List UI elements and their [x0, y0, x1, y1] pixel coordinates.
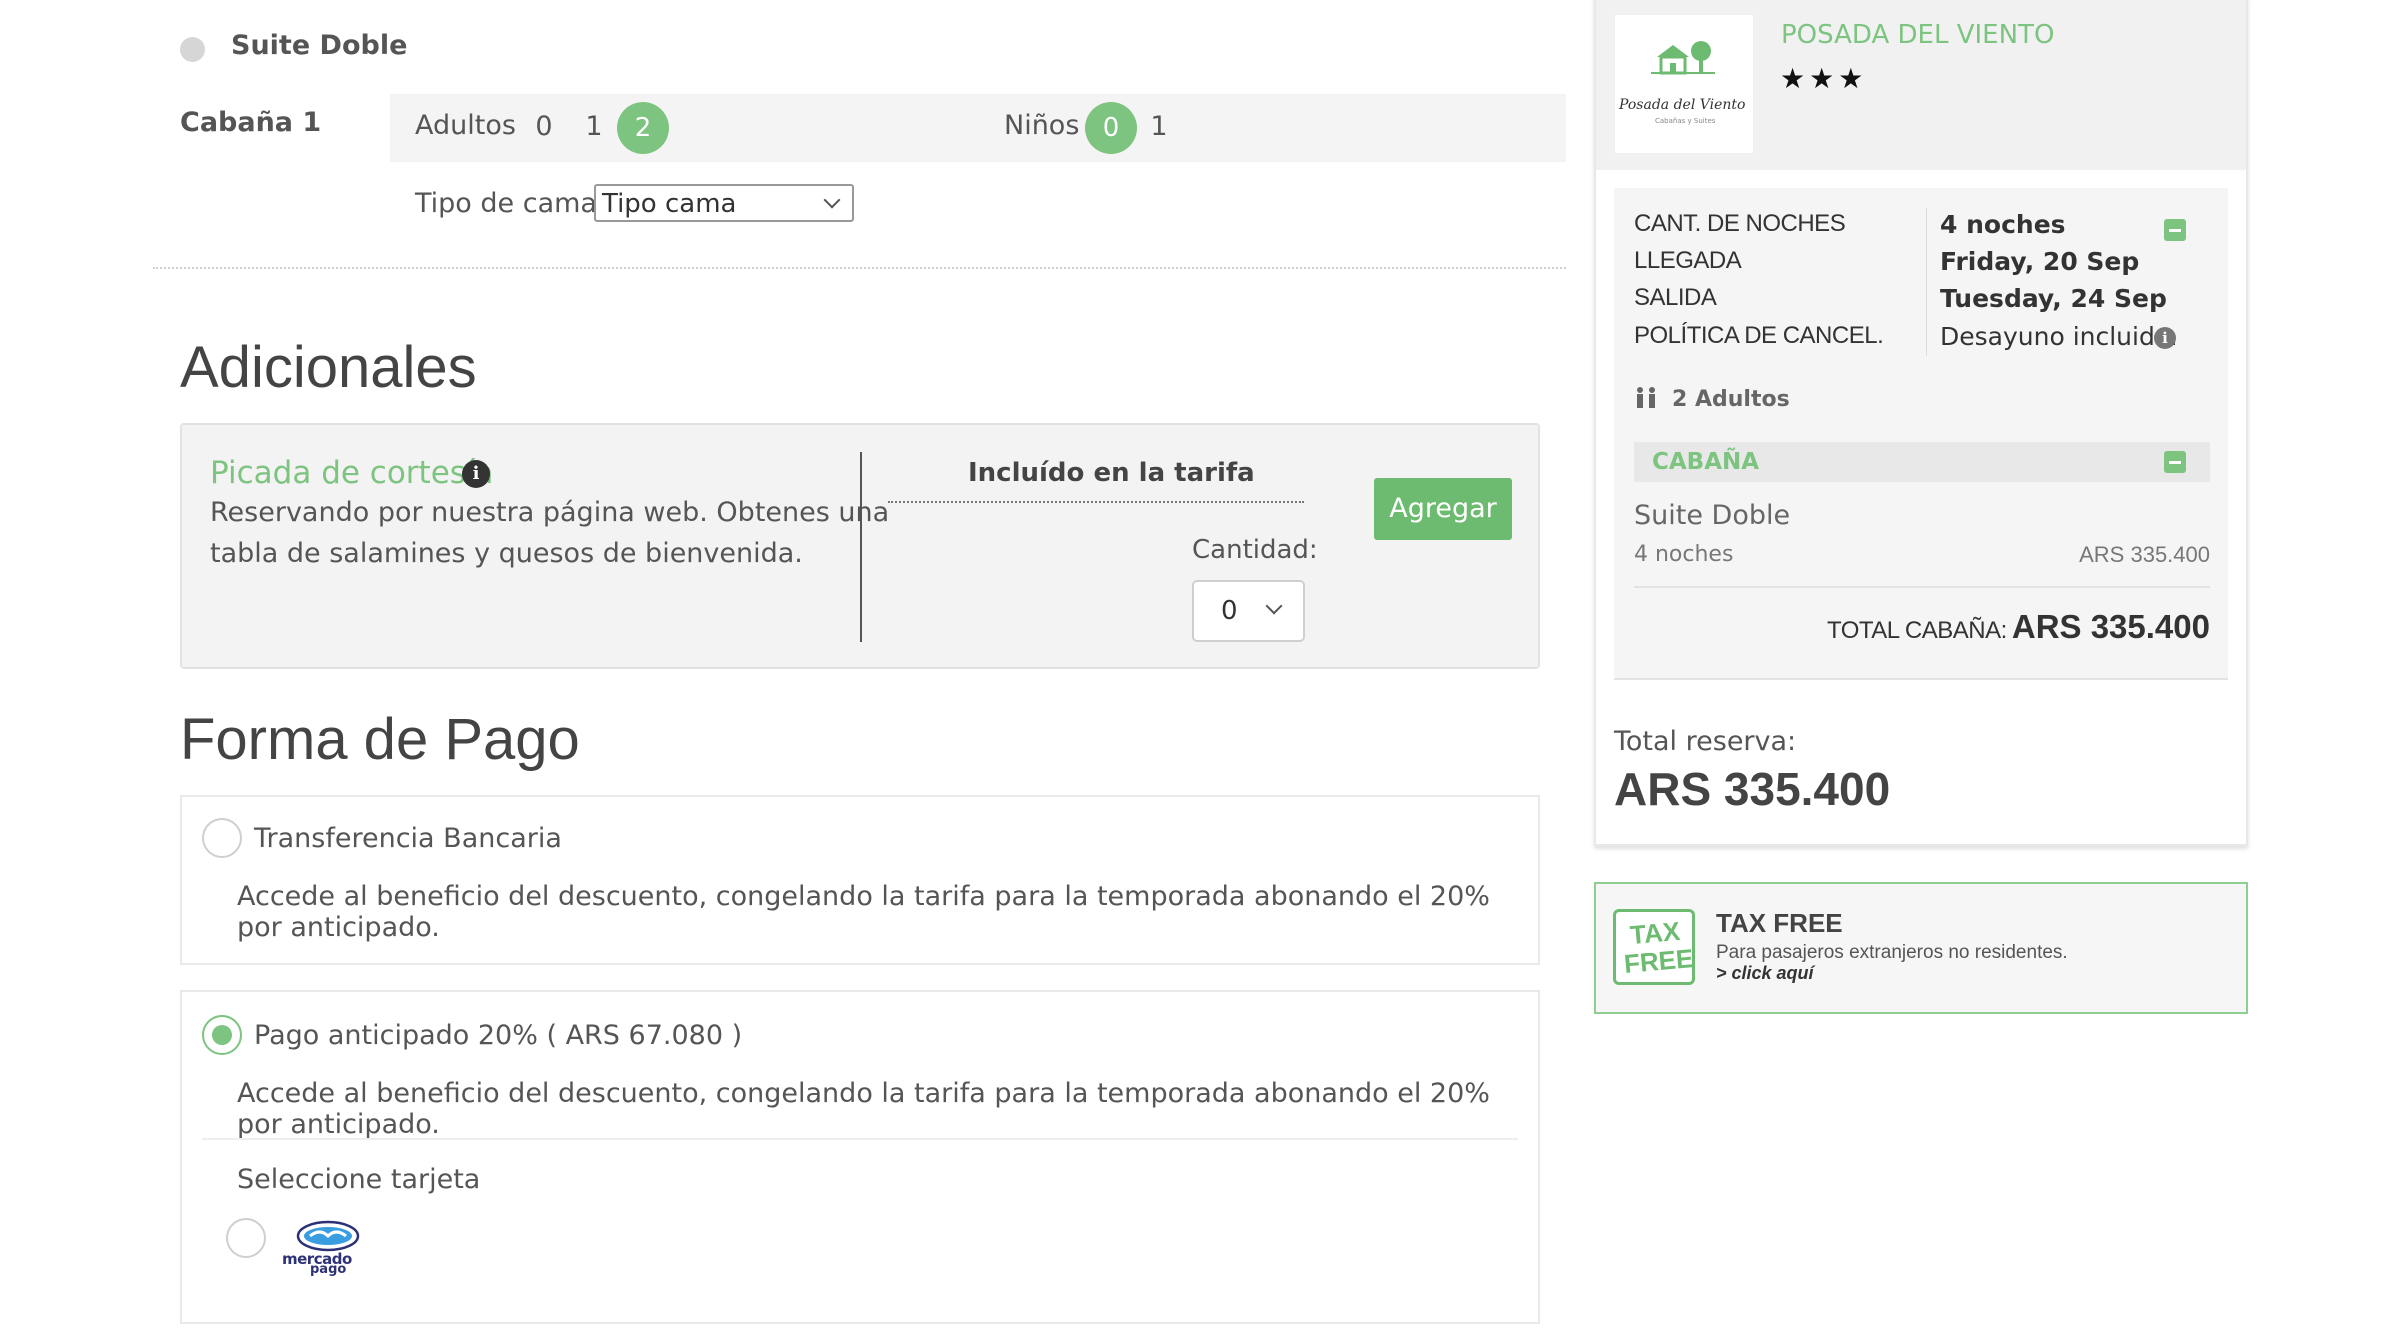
nights-label: CANT. DE NOCHES [1634, 210, 1846, 237]
room-radio[interactable] [180, 37, 205, 62]
collapse-cabin-icon[interactable] [2164, 451, 2186, 473]
guests-icon [1634, 386, 1658, 416]
cabin-room-name: Suite Doble [1634, 500, 1791, 531]
star-icon: ★ [1809, 62, 1839, 95]
adults-option-2-selected[interactable]: 2 [617, 102, 669, 154]
addon-description-line1: Reservando por nuestra página web. Obten… [210, 497, 890, 528]
cabin-nights: 4 noches [1634, 542, 1734, 567]
tax-free-title: TAX FREE [1716, 908, 1843, 938]
advance-radio-selected[interactable] [202, 1015, 242, 1055]
bed-type-select[interactable]: Tipo cama [594, 184, 854, 222]
mercadopago-text-2: pago [310, 1262, 347, 1277]
tax-free-banner[interactable]: TAX FREE TAX FREE Para pasajeros extranj… [1594, 882, 2248, 1014]
arrival-value: Friday, 20 Sep [1940, 247, 2140, 276]
summary-bottom-divider [1614, 678, 2228, 680]
total-reservation-label: Total reserva: [1614, 726, 1797, 757]
booking-summary-card: Posada del Viento Cabañas y Suites POSAD… [1594, 0, 2248, 846]
payment-option-advance[interactable]: Pago anticipado 20% ( ARS 67.080 ) Acced… [180, 990, 1540, 1324]
quantity-label: Cantidad: [1192, 535, 1318, 565]
people-icon [1637, 387, 1655, 408]
total-reservation-value: ARS 335.400 [1614, 763, 1891, 815]
departure-value: Tuesday, 24 Sep [1940, 284, 2167, 313]
tax-free-link[interactable]: > click aquí [1716, 963, 1814, 984]
tax-free-badge: TAX FREE [1613, 909, 1695, 985]
cabin-section-header: CABAÑA [1634, 442, 2210, 482]
cabin-price: ARS 335.400 [2079, 542, 2210, 567]
star-icon: ★ [1838, 62, 1868, 95]
hotel-logo: Posada del Viento Cabañas y Suites [1614, 14, 1754, 154]
children-label: Niños [1004, 110, 1080, 141]
collapse-summary-icon[interactable] [2164, 219, 2186, 241]
adults-label: Adultos [415, 110, 516, 141]
addon-title: Picada de cortesía [210, 455, 494, 491]
transfer-label: Transferencia Bancaria [254, 823, 562, 854]
hotel-stars: ★★★ [1780, 62, 1867, 95]
occupancy-bar [390, 94, 1566, 162]
hotel-name: POSADA DEL VIENTO [1781, 20, 2055, 50]
addon-price-label: Incluído en la tarifa [968, 458, 1255, 488]
stay-summary: CANT. DE NOCHES LLEGADA SALIDA POLÍTICA … [1614, 188, 2228, 680]
children-option-0-selected[interactable]: 0 [1085, 102, 1137, 154]
bed-type-value: Tipo cama [602, 189, 737, 219]
addon-card: Picada de cortesía i Reservando por nues… [180, 423, 1540, 669]
card-select-label: Seleccione tarjeta [237, 1164, 481, 1195]
quantity-select[interactable]: 0 [1192, 580, 1305, 642]
policy-label: POLÍTICA DE CANCEL. [1634, 322, 1884, 349]
info-icon[interactable]: i [462, 460, 490, 488]
badge-line-2: FREE [1622, 943, 1695, 979]
transfer-description: Accede al beneficio del descuento, conge… [237, 881, 1490, 943]
advance-description: Accede al beneficio del descuento, conge… [237, 1078, 1490, 1140]
quantity-value: 0 [1221, 596, 1238, 626]
section-divider [153, 267, 1566, 269]
cabin-total-label: TOTAL CABAÑA: [1826, 617, 2007, 644]
star-icon: ★ [1780, 62, 1810, 95]
addon-vertical-divider [860, 452, 862, 642]
room-name: Suite Doble [231, 30, 408, 61]
addon-description-line2: tabla de salamines y quesos de bienvenid… [210, 538, 803, 569]
card-divider [202, 1138, 1518, 1140]
cabin-total-row: TOTAL CABAÑA: ARS 335.400 [1814, 608, 2210, 646]
mercadopago-logo[interactable]: mercado pago [280, 1218, 376, 1277]
cabin-header-label: CABAÑA [1652, 449, 1760, 475]
cabin-divider [1634, 586, 2210, 588]
advance-label: Pago anticipado 20% ( ARS 67.080 ) [254, 1020, 743, 1051]
bed-type-label: Tipo de cama: [415, 188, 607, 219]
summary-column-divider [1926, 208, 1927, 356]
logo-subtext: Cabañas y Suites [1655, 117, 1716, 125]
arrival-label: LLEGADA [1634, 247, 1742, 274]
logo-script-text: Posada del Viento [1619, 97, 1746, 113]
add-button[interactable]: Agregar [1374, 478, 1512, 540]
chevron-down-icon [1265, 597, 1283, 615]
adults-option-0[interactable]: 0 [533, 111, 555, 142]
addons-heading: Adicionales [180, 335, 477, 400]
adults-option-1[interactable]: 1 [583, 111, 605, 142]
children-option-1[interactable]: 1 [1148, 111, 1170, 142]
mercadopago-radio[interactable] [226, 1218, 266, 1258]
payment-heading: Forma de Pago [180, 707, 580, 772]
guests-count: 2 Adultos [1672, 387, 1790, 412]
policy-info-icon[interactable]: i [2154, 327, 2176, 349]
cabin-total-value: ARS 335.400 [2011, 608, 2210, 645]
payment-option-transfer[interactable]: Transferencia Bancaria Accede al benefic… [180, 795, 1540, 965]
cabin-label: Cabaña 1 [180, 107, 322, 138]
departure-label: SALIDA [1634, 284, 1717, 311]
nights-value: 4 noches [1940, 210, 2066, 239]
transfer-radio[interactable] [202, 818, 242, 858]
tax-free-subtitle: Para pasajeros extranjeros no residentes… [1716, 942, 2068, 963]
radio-selected-dot [212, 1025, 232, 1045]
chevron-down-icon [823, 191, 841, 209]
price-dotted-underline [888, 501, 1304, 503]
policy-value: Desayuno incluido. [1940, 322, 2178, 351]
house-tree-icon [1651, 41, 1715, 75]
